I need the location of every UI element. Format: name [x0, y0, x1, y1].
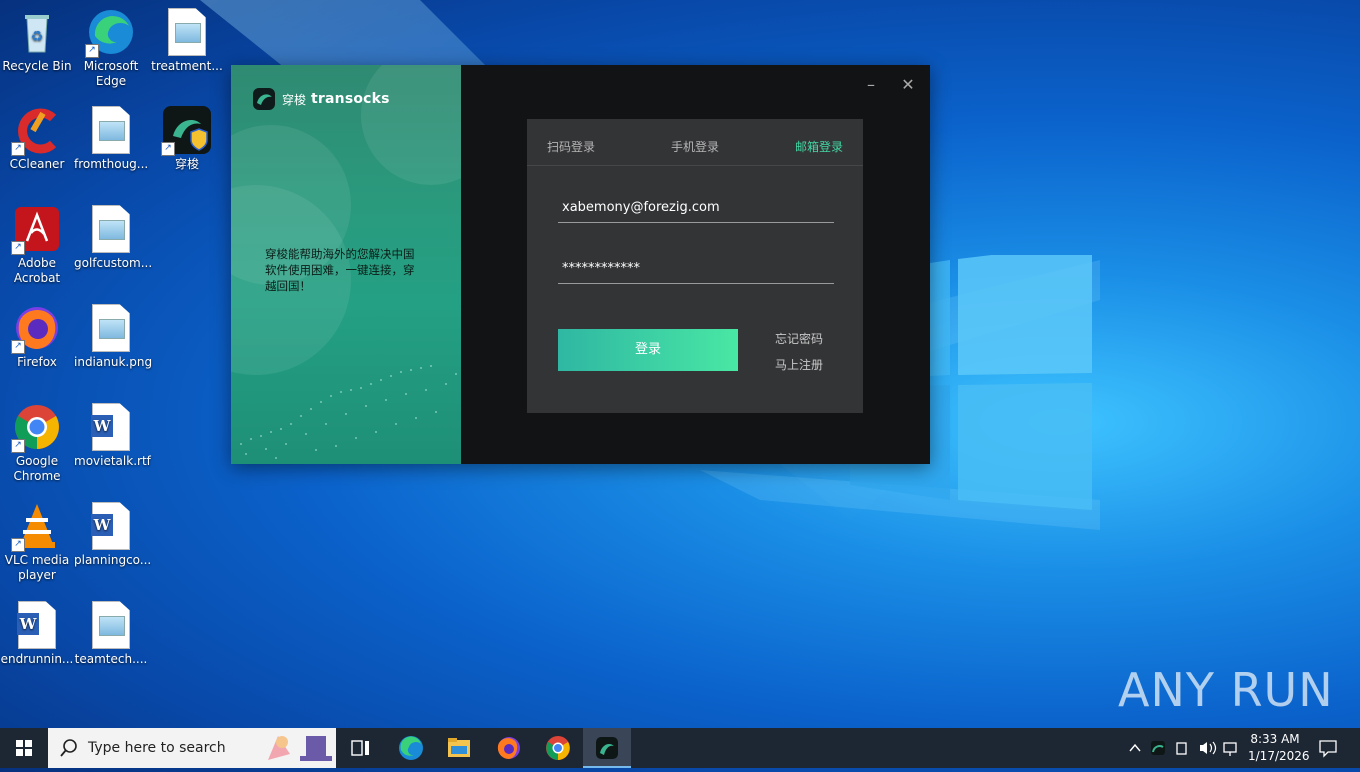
login-tabs: 扫码登录 手机登录 邮箱登录 — [527, 119, 863, 166]
edge-icon — [399, 736, 423, 760]
forgot-password-link[interactable]: 忘记密码 — [775, 330, 823, 347]
task-view-icon — [351, 740, 369, 756]
desktop: { "desktop": { "icons": [ {"label": "Rec… — [0, 0, 1360, 768]
chrome-icon: ↗ — [11, 403, 61, 453]
desktop-icon-edge[interactable]: ↗ Microsoft Edge — [74, 8, 148, 89]
svg-text:♻: ♻ — [31, 29, 44, 45]
brand-name-cn: 穿梭 — [282, 92, 307, 107]
meet-now-icon — [1176, 742, 1187, 755]
desktop-icon-teamtech[interactable]: teamtech.... — [74, 601, 148, 667]
clock-time: 8:33 AM — [1250, 732, 1300, 746]
search-icon — [60, 739, 77, 757]
brand-panel: 穿梭 transocks 穿梭能帮助海外的您解决中国软件使用困难，一键连接，穿越… — [231, 65, 461, 464]
taskbar-chrome[interactable] — [534, 728, 582, 768]
network-icon — [1223, 742, 1237, 753]
taskbar-task-view[interactable] — [336, 728, 384, 768]
clock-date: 1/17/2026 — [1248, 749, 1310, 763]
desktop-icon-vlc[interactable]: ↗ VLC media player — [0, 502, 74, 583]
decor-circle — [361, 65, 461, 185]
transocks-tray-icon — [1151, 741, 1165, 755]
anyrun-watermark: ANY RUN — [1118, 655, 1334, 725]
login-panel: 扫码登录 手机登录 邮箱登录 xabemony@forezig.com ****… — [527, 119, 863, 413]
image-file-icon — [87, 601, 135, 649]
start-button[interactable] — [0, 728, 48, 768]
tab-qr-login[interactable]: 扫码登录 — [547, 138, 595, 155]
taskbar-file-explorer[interactable] — [435, 728, 483, 768]
desktop-icon-firefox[interactable]: ↗ Firefox — [0, 304, 74, 370]
dot-wave-decoration — [240, 365, 457, 459]
register-link[interactable]: 马上注册 — [775, 356, 823, 373]
shortcut-arrow-icon: ↗ — [11, 340, 25, 354]
desktop-icon-indianuk[interactable]: indianuk.png — [74, 304, 152, 370]
taskbar-search-box[interactable]: Type here to search — [48, 728, 336, 768]
notification-icon — [1319, 740, 1337, 758]
desktop-icon-movietalk[interactable]: W movietalk.rtf — [74, 403, 151, 469]
image-file-icon — [87, 205, 135, 253]
file-explorer-icon — [448, 738, 470, 757]
ccleaner-icon: ↗ — [11, 106, 61, 156]
desktop-icon-chrome[interactable]: ↗ Google Chrome — [0, 403, 74, 484]
tagline: 穿梭能帮助海外的您解决中国软件使用困难，一键连接，穿越回国！ — [265, 247, 415, 293]
brand: 穿梭 transocks — [253, 88, 390, 110]
shortcut-arrow-icon: ↗ — [11, 538, 25, 552]
recycle-bin-icon: ♻ — [13, 8, 61, 56]
firefox-icon — [497, 737, 520, 759]
show-hidden-icons-icon — [1129, 743, 1141, 752]
taskbar-clock[interactable]: 8:33 AM 1/17/2026 — [1248, 731, 1310, 765]
firefox-icon: ↗ — [11, 304, 61, 354]
tab-phone-login[interactable]: 手机登录 — [671, 138, 719, 155]
watermark-text: ANY RUN — [1118, 663, 1334, 717]
shortcut-arrow-icon: ↗ — [11, 241, 25, 255]
transocks-icon: ↗ — [161, 106, 211, 156]
chrome-icon — [546, 736, 570, 760]
desktop-icon-fromthoug[interactable]: fromthoug... — [74, 106, 148, 172]
desktop-icon-ccleaner[interactable]: ↗ CCleaner — [0, 106, 74, 172]
desktop-icon-acrobat[interactable]: ↗ Adobe Acrobat — [0, 205, 74, 286]
image-file-icon — [163, 8, 211, 56]
shortcut-arrow-icon: ↗ — [11, 439, 25, 453]
vlc-icon: ↗ — [11, 502, 61, 552]
edge-icon: ↗ — [85, 8, 135, 58]
transocks-icon — [596, 737, 618, 759]
desktop-icon-recycle-bin[interactable]: ♻ Recycle Bin — [0, 8, 74, 74]
password-field[interactable]: ************ — [558, 254, 834, 284]
desktop-icon-endrunnin[interactable]: W endrunnin... — [0, 601, 74, 667]
word-doc-icon: W — [13, 601, 61, 649]
image-file-icon — [87, 106, 135, 154]
taskbar-firefox[interactable] — [485, 728, 533, 768]
shortcut-arrow-icon: ↗ — [11, 142, 25, 156]
volume-icon — [1200, 742, 1207, 754]
taskbar-transocks[interactable] — [583, 728, 631, 768]
shortcut-arrow-icon: ↗ — [85, 44, 99, 58]
word-doc-icon: W — [87, 502, 135, 550]
transocks-logo-icon — [253, 88, 275, 110]
tab-email-login[interactable]: 邮箱登录 — [795, 138, 843, 155]
desktop-icon-treatment[interactable]: treatment... — [150, 8, 224, 74]
notification-center-button[interactable] — [1312, 728, 1344, 768]
desktop-icon-transocks[interactable]: ↗ 穿梭 — [150, 106, 224, 172]
transocks-login-window: 穿梭 transocks 穿梭能帮助海外的您解决中国软件使用困难，一键连接，穿越… — [231, 65, 930, 464]
minimize-button[interactable]: – — [861, 75, 881, 95]
search-placeholder: Type here to search — [88, 740, 226, 756]
brand-name-en: transocks — [311, 91, 390, 107]
windows-start-icon — [16, 740, 32, 756]
desktop-icon-planningco[interactable]: W planningco... — [74, 502, 151, 568]
image-file-icon — [87, 304, 135, 352]
close-button[interactable]: ✕ — [898, 75, 918, 95]
desktop-icon-golfcustom[interactable]: golfcustom... — [74, 205, 152, 271]
login-button[interactable]: 登录 — [558, 329, 738, 371]
taskbar: Type here to search 8:33 AM 1/17/2026 — [0, 728, 1360, 768]
email-field[interactable]: xabemony@forezig.com — [558, 193, 834, 223]
acrobat-icon: ↗ — [11, 205, 61, 255]
shortcut-arrow-icon: ↗ — [161, 142, 175, 156]
taskbar-edge[interactable] — [387, 728, 435, 768]
word-doc-icon: W — [87, 403, 135, 451]
search-highlight-illustration — [268, 736, 332, 761]
